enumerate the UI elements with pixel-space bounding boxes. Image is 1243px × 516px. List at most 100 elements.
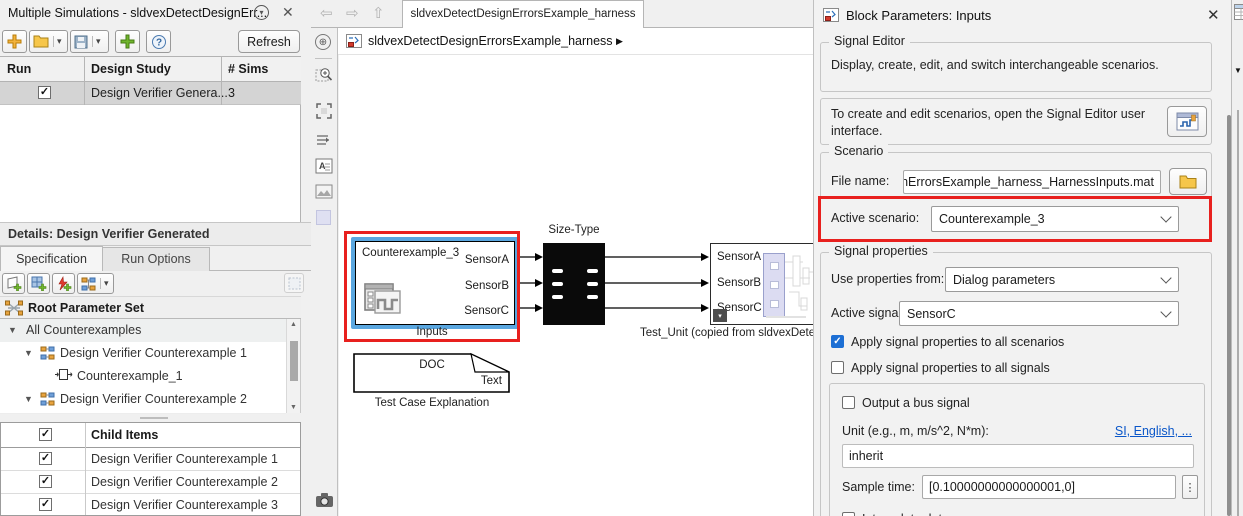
- col-run[interactable]: Run: [7, 62, 31, 76]
- child-item-row[interactable]: ✓ Design Verifier Counterexample 1: [1, 448, 300, 471]
- close-icon[interactable]: ✕: [1207, 6, 1220, 24]
- nav-forward-icon[interactable]: ⇨: [346, 4, 359, 22]
- unit-systems-link[interactable]: SI, English, ...: [1115, 424, 1192, 438]
- svg-text:?: ?: [155, 37, 161, 48]
- expander-icon[interactable]: ▼: [8, 325, 17, 335]
- harness-badge[interactable]: ▾: [713, 309, 727, 322]
- output-bus-checkbox-unchecked[interactable]: [842, 396, 855, 409]
- add-block-param-button[interactable]: [2, 273, 25, 294]
- test-unit-block[interactable]: SensorA SensorB SensorC ▾: [710, 243, 813, 325]
- column-divider: [85, 423, 86, 515]
- image-icon[interactable]: [315, 184, 333, 199]
- nav-back-icon[interactable]: ⇦: [320, 4, 333, 22]
- apply-signals-label: Apply signal properties to all signals: [851, 361, 1050, 375]
- edge-scrollbar[interactable]: [1237, 110, 1239, 516]
- expander-icon[interactable]: ▼: [24, 348, 33, 358]
- child-item-row[interactable]: ✓ Design Verifier Counterexample 2: [1, 471, 300, 494]
- preview-detail: [766, 316, 806, 318]
- run-checkbox-checked[interactable]: ✓: [38, 86, 51, 99]
- root-parameter-set-row[interactable]: Root Parameter Set: [0, 296, 301, 319]
- row-checkbox-checked[interactable]: ✓: [39, 475, 52, 488]
- row-checkbox-checked[interactable]: ✓: [39, 498, 52, 511]
- scroll-down-icon[interactable]: ▼: [290, 404, 297, 411]
- interpolate-checkbox-unchecked[interactable]: [842, 512, 855, 516]
- add-table-button[interactable]: [27, 273, 50, 294]
- file-name-value: gnErrorsExample_harness_HarnessInputs.ma…: [903, 175, 1154, 189]
- sample-time-menu-button[interactable]: ⋮: [1182, 475, 1198, 499]
- new-design-study-button[interactable]: [2, 30, 27, 53]
- apply-scenarios-checkbox-checked[interactable]: ✓: [831, 335, 844, 348]
- details-tabs: Specification Run Options: [0, 246, 311, 271]
- subsystem-preview-lines: [785, 248, 813, 322]
- property-inspector-tab-icon[interactable]: [1234, 4, 1243, 20]
- breadcrumb-caret-icon[interactable]: ▶: [616, 36, 623, 47]
- doc-block[interactable]: DOC Text: [352, 348, 512, 394]
- add-fault-button[interactable]: [52, 273, 75, 294]
- show-browser-icon[interactable]: ⊕: [315, 34, 331, 50]
- signal-properties-group: Signal properties Use properties from: D…: [820, 252, 1212, 516]
- help-button[interactable]: ?: [146, 30, 171, 53]
- use-properties-combobox[interactable]: Dialog parameters: [945, 267, 1179, 292]
- row-checkbox-checked[interactable]: ✓: [39, 452, 52, 465]
- fit-to-view-icon[interactable]: [315, 102, 333, 120]
- add-sim-button[interactable]: [115, 30, 140, 53]
- col-design-study[interactable]: Design Study: [91, 62, 171, 76]
- collapse-panel-icon[interactable]: ▼: [1234, 66, 1242, 75]
- tab-specification[interactable]: Specification: [0, 246, 103, 271]
- launch-signal-editor-button[interactable]: [1167, 106, 1207, 137]
- zoom-region-icon[interactable]: [315, 66, 333, 84]
- select-all-checkbox-checked[interactable]: ✓: [39, 428, 52, 441]
- child-item-row[interactable]: ✓ Design Verifier Counterexample 3: [1, 494, 300, 516]
- camera-icon[interactable]: [315, 492, 334, 508]
- tree-item-all-counterexamples[interactable]: ▼ All Counterexamples: [0, 319, 286, 343]
- sample-time-input[interactable]: [0.10000000000000001,0]: [922, 475, 1176, 499]
- file-name-input[interactable]: gnErrorsExample_harness_HarnessInputs.ma…: [903, 170, 1161, 194]
- save-button[interactable]: ▾: [70, 30, 109, 53]
- refresh-button[interactable]: Refresh: [238, 30, 300, 53]
- unit-input[interactable]: inherit: [842, 444, 1194, 468]
- doc-label: DOC: [352, 359, 512, 371]
- panel-splitter[interactable]: [0, 413, 311, 422]
- apply-signals-checkbox-unchecked[interactable]: [831, 361, 844, 374]
- sims-table-header: Run Design Study # Sims: [0, 56, 301, 82]
- signal-lines-icon[interactable]: [315, 132, 333, 148]
- unit-value: inherit: [849, 449, 883, 463]
- browse-file-button[interactable]: [1169, 168, 1207, 195]
- save-dropdown-icon[interactable]: ▾: [92, 36, 101, 47]
- panel-menu-icon[interactable]: ▾: [254, 5, 269, 20]
- active-scenario-highlight-rectangle: [818, 196, 1212, 242]
- close-icon[interactable]: ✕: [282, 4, 294, 21]
- model-canvas[interactable]: Size-Type SensorA SensorB SensorC: [339, 55, 813, 516]
- breadcrumb[interactable]: sldvexDetectDesignErrorsExample_harness: [368, 34, 613, 48]
- preview-detail: [770, 262, 779, 270]
- nav-up-icon[interactable]: ⇧: [372, 4, 385, 22]
- interpolate-label: Interpolate data: [862, 512, 949, 516]
- size-type-block[interactable]: [543, 243, 605, 325]
- group-legend: Signal Editor: [829, 34, 910, 48]
- tree-item-counterexample-1[interactable]: ▼ Design Verifier Counterexample 1: [0, 342, 286, 366]
- tree-item-counterexample-2[interactable]: ▼ Design Verifier Counterexample 2: [0, 388, 286, 414]
- tree-view-dropdown-icon[interactable]: ▾: [100, 278, 109, 289]
- scroll-up-icon[interactable]: ▲: [290, 321, 297, 328]
- annotation-icon[interactable]: A: [315, 158, 333, 174]
- col-sims[interactable]: # Sims: [228, 62, 268, 76]
- open-dropdown-icon[interactable]: ▾: [53, 36, 62, 47]
- model-tab[interactable]: sldvexDetectDesignErrorsExample_harness: [402, 0, 644, 28]
- use-properties-value: Dialog parameters: [953, 273, 1055, 287]
- expander-icon[interactable]: ▼: [24, 394, 33, 404]
- open-button[interactable]: ▾: [29, 30, 68, 53]
- area-box-icon[interactable]: [316, 210, 331, 225]
- active-signal-combobox[interactable]: SensorC: [899, 301, 1179, 326]
- sims-table-row[interactable]: ✓ Design Verifier Genera... 3: [0, 82, 301, 105]
- tree-item-counterexample-1-child[interactable]: Counterexample_1: [0, 365, 286, 389]
- tab-run-options[interactable]: Run Options: [103, 247, 210, 271]
- add-yellow-icon: [7, 34, 22, 49]
- test-unit-port: SensorB: [717, 277, 761, 289]
- splitter-handle[interactable]: [140, 417, 168, 419]
- dashed-square-icon: [288, 277, 301, 290]
- tree-view-button[interactable]: ▾: [77, 273, 114, 294]
- scrollbar-thumb[interactable]: [290, 341, 298, 381]
- tree-scrollbar[interactable]: ▲ ▼: [286, 319, 300, 413]
- child-item-label: Design Verifier Counterexample 2: [91, 475, 278, 489]
- sims-table: Run Design Study # Sims ✓ Design Verifie…: [0, 56, 301, 222]
